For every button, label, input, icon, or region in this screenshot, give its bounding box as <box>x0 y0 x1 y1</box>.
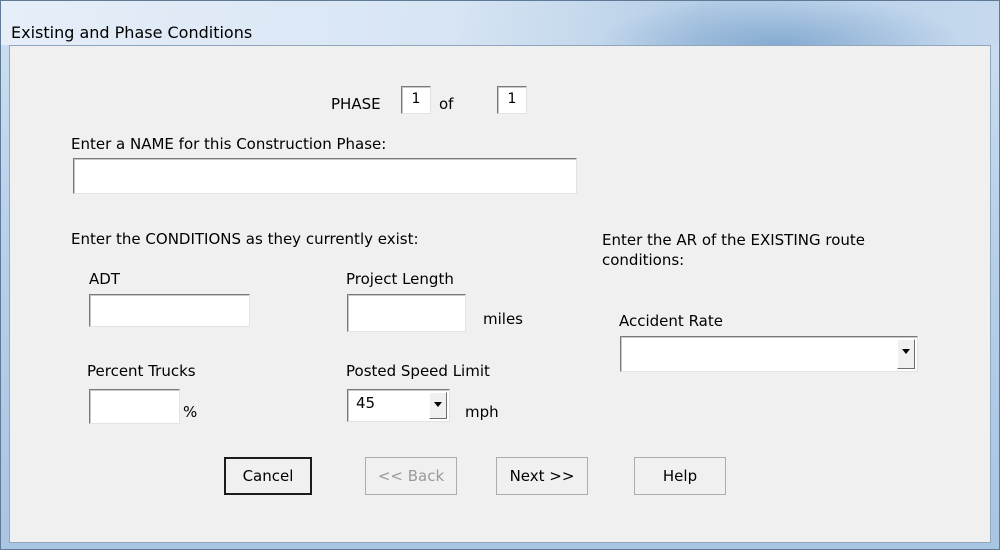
phase-total-value: 1 <box>507 91 517 107</box>
phase-of-label: of <box>439 95 454 113</box>
phase-current-box: 1 <box>401 86 431 114</box>
chevron-down-icon[interactable] <box>897 339 915 369</box>
window-title: Existing and Phase Conditions <box>11 23 253 42</box>
adt-input[interactable] <box>89 294 250 327</box>
phase-current-value: 1 <box>411 91 421 107</box>
project-length-label: Project Length <box>346 270 454 288</box>
phase-total-box: 1 <box>497 86 527 114</box>
percent-trucks-unit: % <box>183 403 198 421</box>
conditions-prompt: Enter the CONDITIONS as they currently e… <box>71 230 419 248</box>
speed-limit-select[interactable]: 45 <box>347 389 450 422</box>
adt-label: ADT <box>89 270 120 288</box>
dialog-window: Existing and Phase Conditions PHASE 1 of… <box>0 0 1000 550</box>
next-button[interactable]: Next >> <box>496 457 588 495</box>
cancel-button[interactable]: Cancel <box>224 457 312 495</box>
accident-prompt: Enter the AR of the EXISTING route condi… <box>602 231 866 269</box>
speed-limit-unit: mph <box>465 403 499 421</box>
accident-rate-select[interactable] <box>620 336 918 372</box>
help-button[interactable]: Help <box>634 457 726 495</box>
percent-trucks-input[interactable] <box>89 389 180 424</box>
dialog-body: PHASE 1 of 1 Enter a NAME for this Const… <box>9 45 991 543</box>
project-length-unit: miles <box>483 310 523 328</box>
percent-trucks-label: Percent Trucks <box>87 362 196 380</box>
phase-name-input[interactable] <box>73 158 577 194</box>
speed-limit-value: 45 <box>356 394 376 412</box>
title-bar[interactable]: Existing and Phase Conditions <box>1 1 999 45</box>
project-length-input[interactable] <box>347 294 466 332</box>
back-button[interactable]: << Back <box>365 457 457 495</box>
speed-limit-label: Posted Speed Limit <box>346 362 490 380</box>
accident-rate-label: Accident Rate <box>619 312 723 330</box>
phase-label: PHASE <box>331 95 381 113</box>
chevron-down-icon[interactable] <box>429 392 447 419</box>
name-prompt: Enter a NAME for this Construction Phase… <box>71 135 387 153</box>
